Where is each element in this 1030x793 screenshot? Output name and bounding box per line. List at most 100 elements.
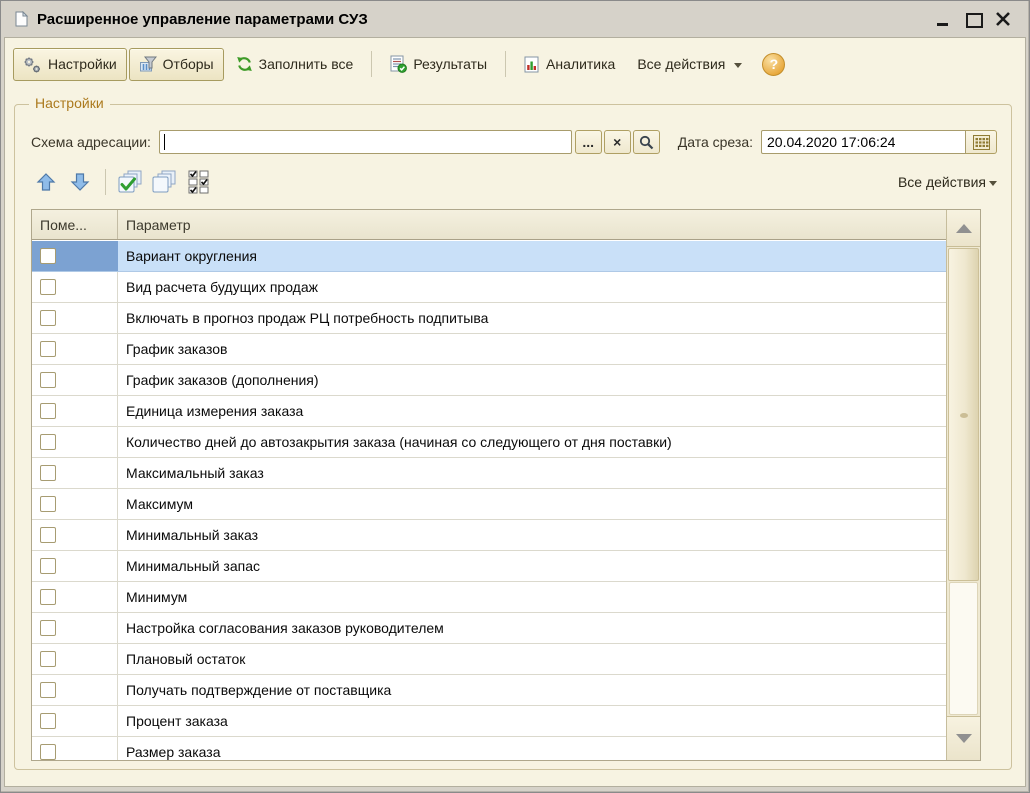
date-slice-label: Дата среза: [678,134,753,150]
date-slice-input[interactable] [761,130,966,154]
parameter-name: Плановый остаток [118,644,946,674]
help-button[interactable]: ? [762,53,785,76]
row-check-cell [32,427,118,457]
row-checkbox[interactable] [40,496,56,512]
analytics-button-label: Аналитика [546,56,615,72]
row-checkbox[interactable] [40,527,56,543]
row-check-cell [32,613,118,643]
parameter-name: Минимальный запас [118,551,946,581]
scroll-up-button[interactable] [947,210,980,247]
table-row[interactable]: Максимальный заказ [32,458,946,489]
parameter-name: Вид расчета будущих продаж [118,272,946,302]
row-checkbox[interactable] [40,558,56,574]
parameter-name: Минимальный заказ [118,520,946,550]
analytics-button[interactable]: Аналитика [514,48,625,81]
column-header-parameter[interactable]: Параметр [118,210,946,239]
filters-button[interactable]: Отборы [129,48,224,81]
parameter-name: Процент заказа [118,706,946,736]
table-row[interactable]: Получать подтверждение от поставщика [32,675,946,706]
list-toolbar: Все действия [31,167,997,197]
invert-marks-button[interactable] [184,168,214,196]
address-scheme-input[interactable] [159,130,572,154]
form-content: Настройки Отборы [4,37,1026,787]
row-checkbox[interactable] [40,713,56,729]
row-checkbox[interactable] [40,372,56,388]
table-row[interactable]: Минимальный заказ [32,520,946,551]
check-all-button[interactable] [116,168,146,196]
table-row[interactable]: Плановый остаток [32,644,946,675]
chevron-down-icon [989,181,997,186]
choose-button[interactable]: ... [575,130,602,154]
clear-button[interactable]: × [604,130,631,154]
table-row[interactable]: Вариант округления [32,241,946,272]
parameter-name: Включать в прогноз продаж РЦ потребность… [118,303,946,333]
minimize-icon[interactable] [935,12,951,26]
row-check-cell [32,644,118,674]
parameter-name: Максимум [118,489,946,519]
scroll-down-button[interactable] [947,716,980,760]
row-checkbox[interactable] [40,744,56,760]
row-checkbox[interactable] [40,465,56,481]
uncheck-all-button[interactable] [150,168,180,196]
row-checkbox[interactable] [40,620,56,636]
row-checkbox[interactable] [40,248,56,264]
move-up-button[interactable] [31,168,61,196]
filters-button-label: Отборы [163,56,214,72]
results-doc-icon [390,55,407,73]
table-row[interactable]: Минимальный запас [32,551,946,582]
table-row[interactable]: Количество дней до автозакрытия заказа (… [32,427,946,458]
uncheck-all-icon [152,170,178,194]
scheme-date-row: Схема адресации: ... × Дата среза: [31,129,997,155]
table-row[interactable]: Настройка согласования заказов руководит… [32,613,946,644]
column-header-marked[interactable]: Поме... [32,210,118,239]
maximize-icon[interactable] [965,12,981,26]
table-row[interactable]: Размер заказа [32,737,946,760]
table-row[interactable]: Минимум [32,582,946,613]
table-row[interactable]: Максимум [32,489,946,520]
main-toolbar: Настройки Отборы [13,46,1017,82]
table-row[interactable]: График заказов (дополнения) [32,365,946,396]
title-bar: Расширенное управление параметрами СУЗ [1,1,1029,37]
row-checkbox[interactable] [40,682,56,698]
row-checkbox[interactable] [40,403,56,419]
fill-all-button[interactable]: Заполнить все [226,48,364,81]
parameter-name: Размер заказа [118,737,946,760]
results-button[interactable]: Результаты [380,48,497,81]
row-checkbox[interactable] [40,341,56,357]
parameter-name: Настройка согласования заказов руководит… [118,613,946,643]
scrollbar-thumb[interactable] [948,248,979,581]
help-glyph: ? [770,56,779,72]
window-title: Расширенное управление параметрами СУЗ [37,11,368,28]
settings-button[interactable]: Настройки [13,48,127,81]
scrollbar-track[interactable] [949,582,978,715]
row-checkbox[interactable] [40,651,56,667]
list-all-actions-button[interactable]: Все действия [898,174,997,190]
chart-doc-icon [524,56,540,73]
table-header: Поме... Параметр [32,210,946,240]
row-check-cell [32,551,118,581]
row-check-cell [32,272,118,302]
row-checkbox[interactable] [40,434,56,450]
row-check-cell [32,706,118,736]
row-checkbox[interactable] [40,310,56,326]
open-button[interactable] [633,130,660,154]
table-row[interactable]: Включать в прогноз продаж РЦ потребность… [32,303,946,334]
app-window: Расширенное управление параметрами СУЗ [0,0,1030,793]
table-row[interactable]: Вид расчета будущих продаж [32,272,946,303]
list-all-actions-label: Все действия [898,174,986,190]
row-checkbox[interactable] [40,279,56,295]
table-row[interactable]: Единица измерения заказа [32,396,946,427]
document-icon [13,11,29,27]
all-actions-button[interactable]: Все действия [627,48,752,81]
arrow-down-icon [69,172,91,192]
settings-group: Настройки Схема адресации: ... × [14,104,1012,770]
thumb-grip [960,413,968,418]
row-checkbox[interactable] [40,589,56,605]
calendar-button[interactable] [966,130,997,154]
settings-group-title: Настройки [29,95,110,111]
table-row[interactable]: График заказов [32,334,946,365]
table-row[interactable]: Процент заказа [32,706,946,737]
move-down-button[interactable] [65,168,95,196]
parameter-name: График заказов [118,334,946,364]
close-icon[interactable] [995,12,1011,26]
